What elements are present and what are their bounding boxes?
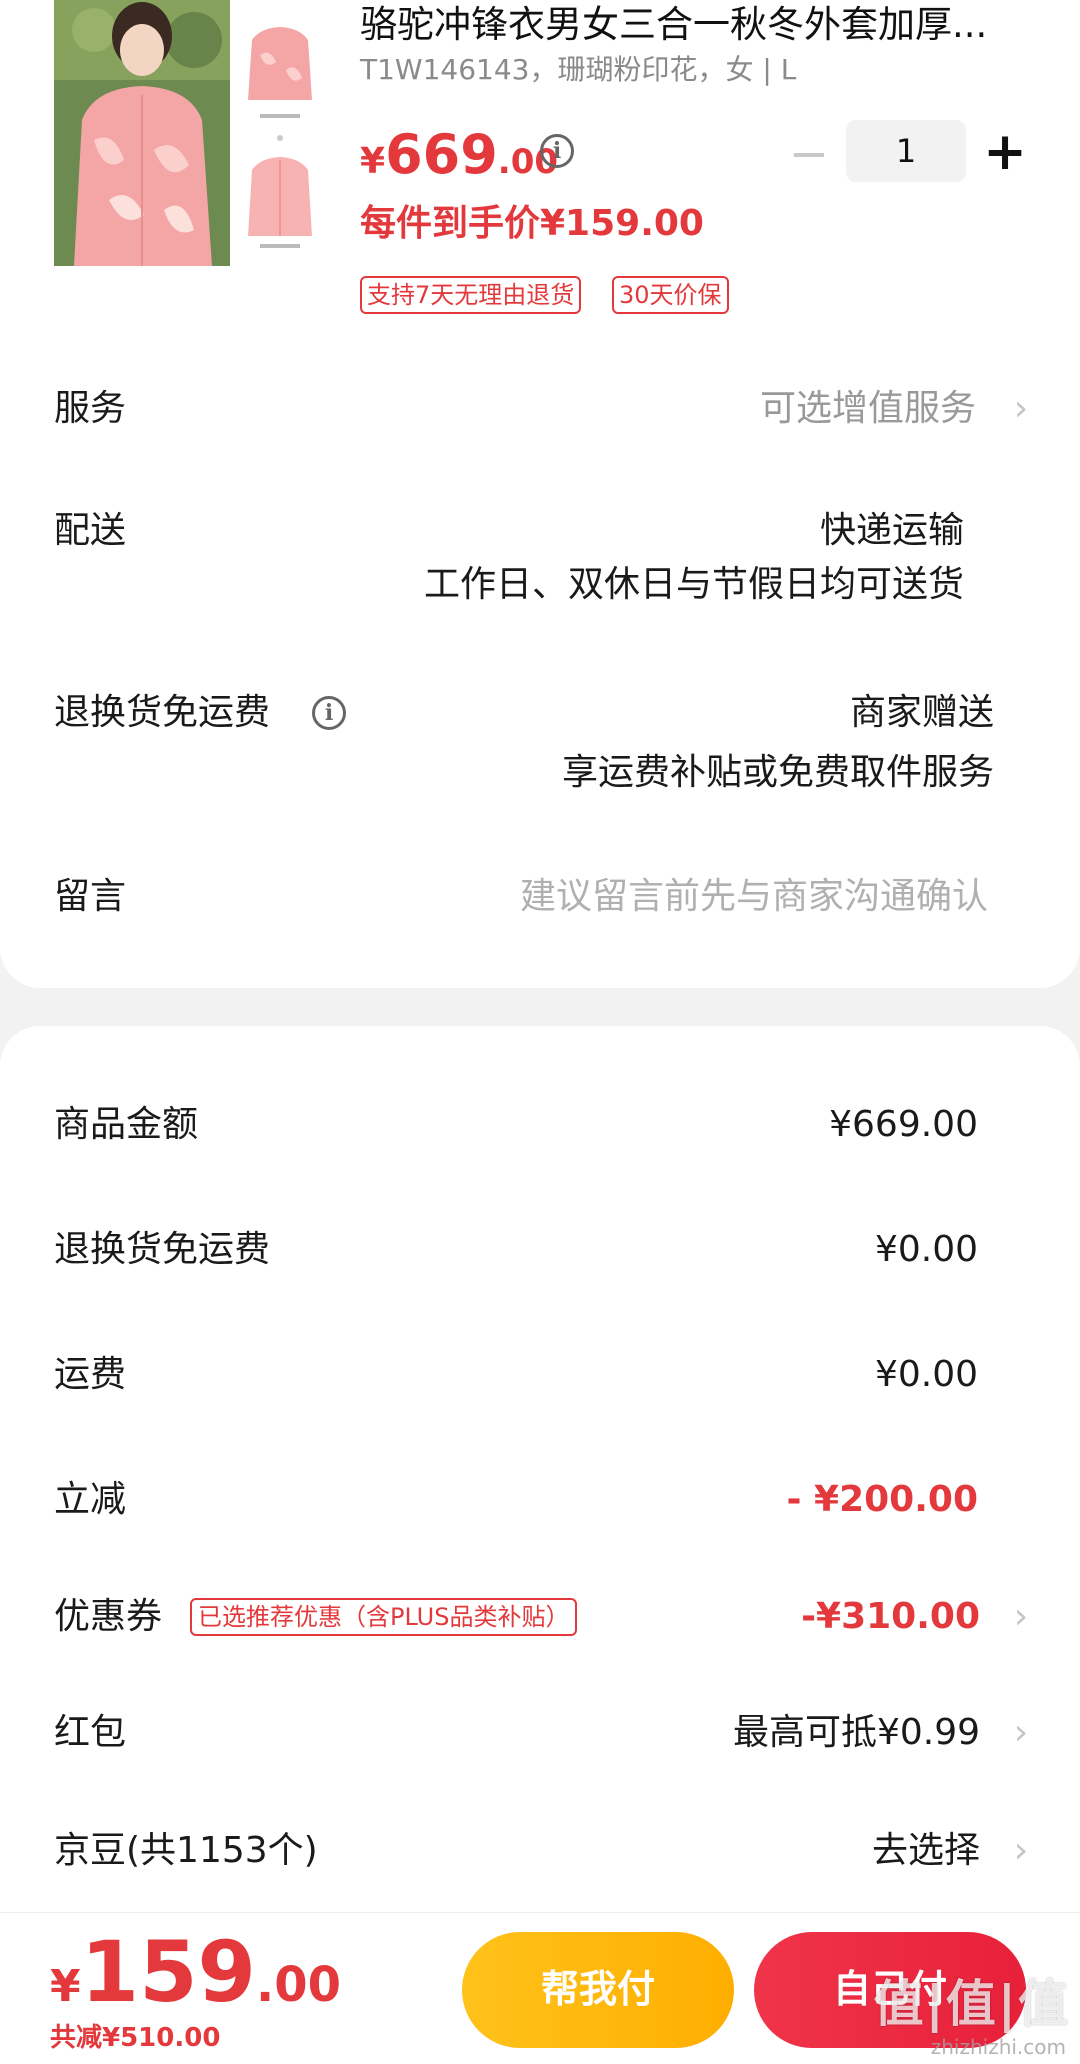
product-image[interactable] <box>54 0 230 266</box>
info-icon[interactable]: i <box>540 134 574 168</box>
chevron-right-icon[interactable]: › <box>1010 1708 1032 1758</box>
product-title[interactable]: 骆驼冲锋衣男女三合一秋冬外套加厚... <box>360 0 1020 50</box>
total-saved: 共减¥510.00 <box>50 2023 221 2053</box>
shipping-value: ¥0.00 <box>874 1354 978 1395</box>
red-packet-value[interactable]: 最高可抵¥0.99 <box>733 1708 980 1758</box>
goods-amount-value: ¥669.00 <box>829 1104 978 1145</box>
order-summary-card <box>0 1026 1080 2064</box>
tag-price-protect: 30天价保 <box>612 276 729 314</box>
coupon-tag: 已选推荐优惠（含PLUS品类补贴） <box>190 1598 578 1636</box>
plus-icon[interactable]: + <box>980 126 1030 178</box>
product-photo <box>54 0 230 266</box>
price-symbol: ¥ <box>360 141 386 182</box>
chevron-right-icon[interactable]: › <box>1010 1826 1032 1876</box>
return-fee-label: 退换货免运费 <box>54 1229 271 1270</box>
delivery-method[interactable]: 快递运输 <box>820 506 964 556</box>
return-free-desc: 享运费补贴或免费取件服务 <box>561 752 994 793</box>
return-free-value: 商家赠送 <box>849 692 994 733</box>
minus-icon[interactable]: − <box>786 130 832 178</box>
product-sku[interactable]: T1W146143，珊瑚粉印花，女 | L <box>360 50 796 90</box>
chevron-right-icon[interactable]: › <box>1010 384 1032 434</box>
service-value[interactable]: 可选增值服务 <box>760 384 976 434</box>
delivery-label: 配送 <box>54 510 127 551</box>
jingdou-value[interactable]: 去选择 <box>872 1826 980 1876</box>
watermark-logo: 值|值|值 <box>873 1975 1070 2033</box>
help-pay-button[interactable]: 帮我付 <box>462 1932 734 2048</box>
info-icon[interactable]: i <box>312 696 346 730</box>
service-label: 服务 <box>54 388 127 429</box>
price-integer: 669 <box>385 123 498 186</box>
product-price: ¥669.00 <box>360 120 558 203</box>
goods-amount-label: 商品金额 <box>54 1104 199 1145</box>
coupon-value[interactable]: -¥310.00 <box>801 1592 980 1642</box>
jingdou-label: 京豆(共1153个) <box>54 1830 318 1871</box>
product-variant-thumbs <box>230 0 330 266</box>
return-free-label: 退换货免运费 <box>54 692 271 733</box>
message-input[interactable]: 建议留言前先与商家沟通确认 <box>520 872 988 922</box>
delivery-schedule[interactable]: 工作日、双休日与节假日均可送货 <box>424 560 964 610</box>
quantity-input[interactable]: 1 <box>846 120 966 182</box>
total-symbol: ¥ <box>50 1961 81 2012</box>
return-fee-value: ¥0.00 <box>874 1229 978 1270</box>
red-packet-label: 红包 <box>54 1712 127 1753</box>
message-label: 留言 <box>54 876 127 917</box>
total-decimal: .00 <box>255 1957 341 2013</box>
coupon-label: 优惠券 <box>54 1596 163 1637</box>
per-item-price: 每件到手价¥159.00 <box>360 203 704 244</box>
watermark-url: zhizhizhi.com <box>930 2035 1066 2059</box>
shipping-label: 运费 <box>54 1354 127 1395</box>
chevron-right-icon[interactable]: › <box>1010 1592 1032 1642</box>
total-integer: 159 <box>80 1923 256 2021</box>
discount-label: 立减 <box>54 1479 127 1520</box>
discount-value: - ¥200.00 <box>786 1479 978 1520</box>
tag-7day-return: 支持7天无理由退货 <box>360 276 582 314</box>
